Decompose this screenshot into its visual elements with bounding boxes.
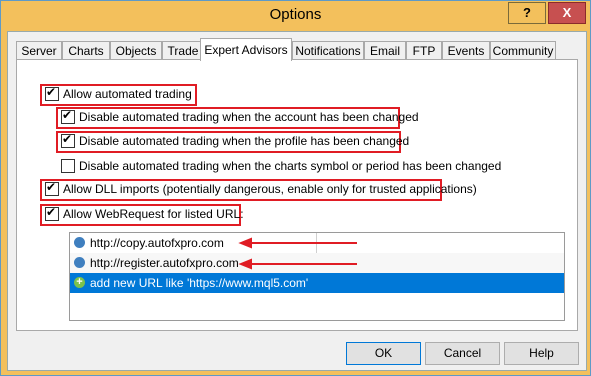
tab-events[interactable]: Events [442,41,490,60]
tab-server[interactable]: Server [16,41,62,60]
annotation-arrows [238,237,357,270]
globe-icon [74,257,85,268]
allow-automated-trading-label: Allow automated trading [63,87,192,101]
add-url-row[interactable]: + add new URL like 'https://www.mql5.com… [70,273,564,293]
tab-expert-advisors[interactable]: Expert Advisors [200,38,292,61]
url-text: http://copy.autofxpro.com [90,236,224,250]
allow-dll-imports-label: Allow DLL imports (potentially dangerous… [63,182,477,196]
help-icon-button[interactable]: ? [508,2,546,24]
help-button[interactable]: Help [504,342,579,365]
allow-webrequest-checkbox[interactable] [45,205,59,221]
disable-on-profile-change-label: Disable automated trading when the profi… [79,134,410,148]
allow-dll-imports-checkbox[interactable] [45,180,59,196]
disable-on-symbol-change-checkbox[interactable] [61,159,75,173]
globe-icon [74,237,85,248]
tab-email[interactable]: Email [364,41,406,60]
disable-on-profile-change-checkbox[interactable] [61,132,75,148]
disable-on-account-change-label: Disable automated trading when the accou… [79,110,419,124]
plus-icon: + [74,277,85,288]
tab-ftp[interactable]: FTP [406,41,442,60]
disable-on-symbol-change-label: Disable automated trading when the chart… [79,159,502,173]
add-url-placeholder: add new URL like 'https://www.mql5.com' [90,276,309,290]
disable-on-account-change-checkbox[interactable] [61,108,75,124]
tab-trade[interactable]: Trade [162,41,204,60]
dialog-client: Server Charts Objects Trade Expert Advis… [7,31,587,371]
cancel-button[interactable]: Cancel [425,342,500,365]
url-text: http://register.autofxpro.com [90,256,239,270]
allow-webrequest-label: Allow WebRequest for listed URL: [63,207,244,221]
tab-notifications[interactable]: Notifications [292,41,364,60]
tab-community[interactable]: Community [490,41,556,60]
title-bar: Options ? X [1,1,590,31]
arrow-head [238,237,252,249]
allow-automated-trading-checkbox[interactable] [45,85,59,101]
arrow-head [238,258,252,270]
tab-charts[interactable]: Charts [62,41,110,60]
close-button[interactable]: X [548,2,586,24]
expert-advisors-panel: Allow automated trading Disable automate… [16,59,578,331]
options-window: Options ? X Server Charts Objects Trade … [0,0,591,376]
window-title: Options [269,6,322,23]
ok-button[interactable]: OK [346,342,421,365]
tab-objects[interactable]: Objects [110,41,162,60]
